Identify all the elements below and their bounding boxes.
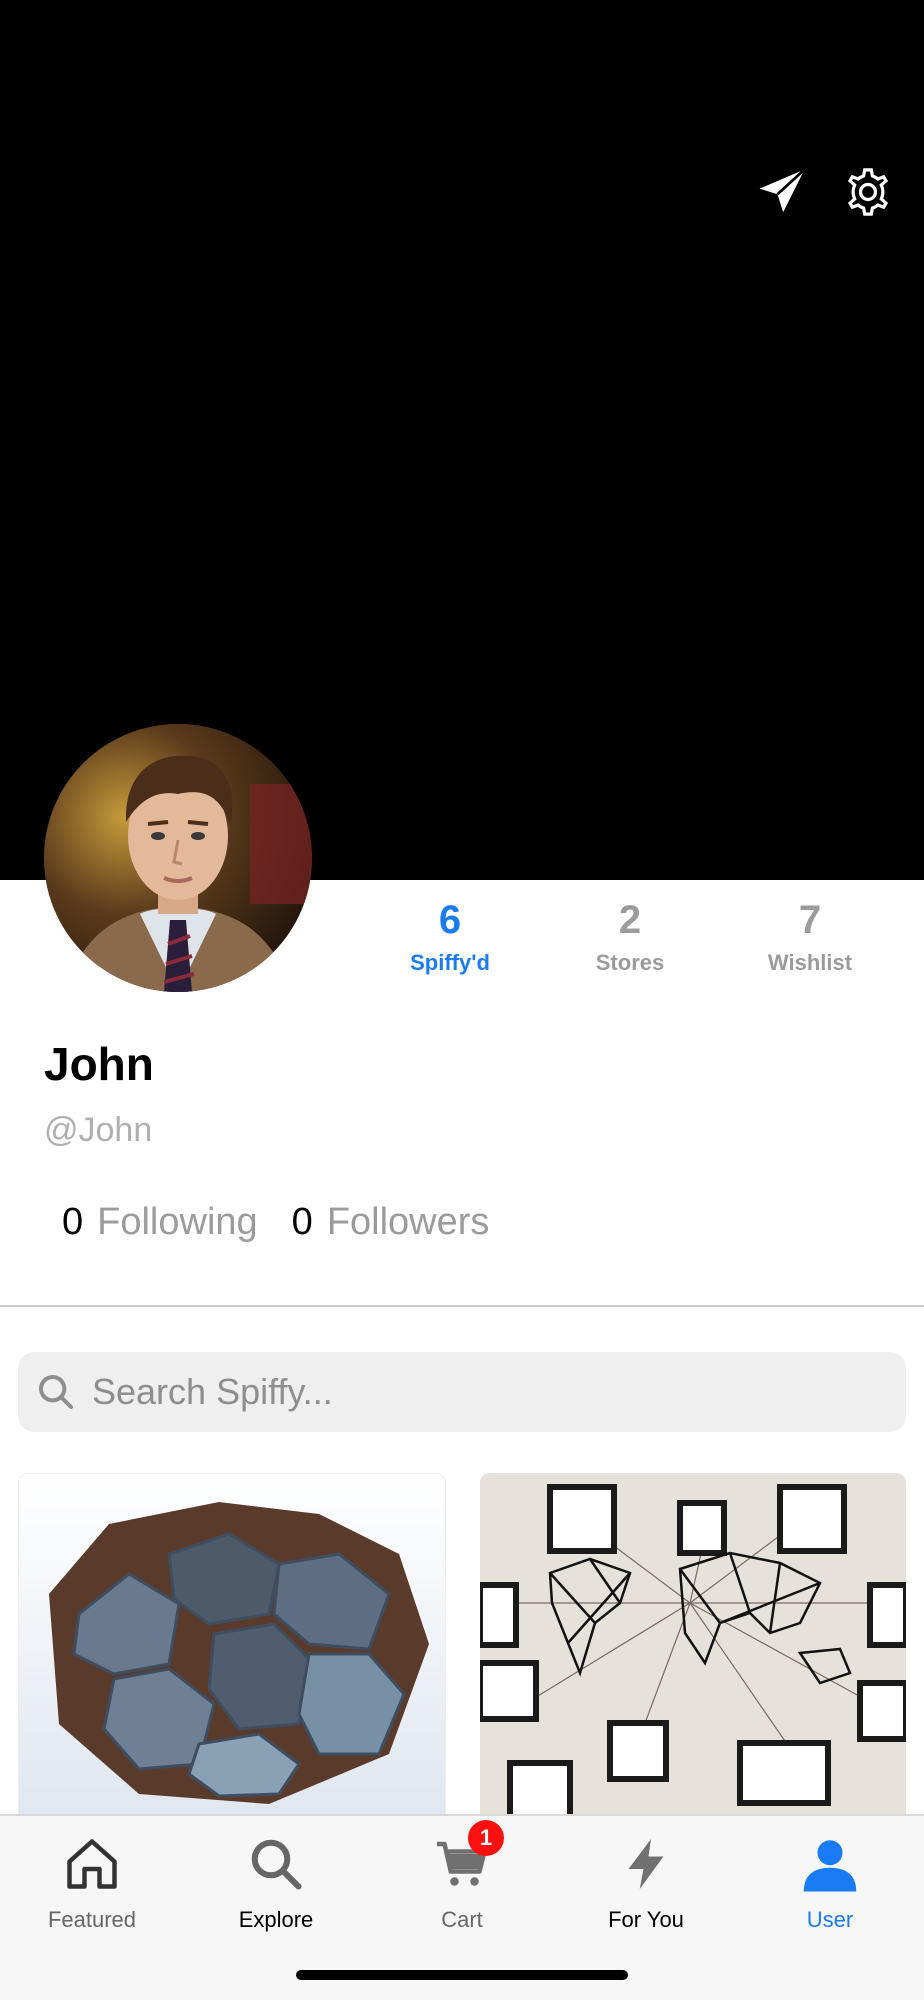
profile-screen: 6 Spiffy'd 2 Stores 7 Wishlist John @Joh… — [0, 0, 924, 2000]
tab-featured[interactable]: Featured — [0, 1834, 184, 1954]
followers-label: Followers — [326, 1201, 490, 1243]
paper-plane-icon — [759, 168, 806, 213]
followers-link[interactable]: 0 Followers — [292, 1198, 490, 1246]
stat-label: Wishlist — [767, 950, 853, 975]
cart-icon: 1 — [432, 1820, 504, 1894]
gear-icon — [847, 168, 889, 216]
following-label: Following — [97, 1201, 258, 1243]
lightning-icon — [616, 1834, 676, 1894]
hexagon-cushion-chair-image — [19, 1474, 445, 1826]
stat-label: Spiffy'd — [410, 950, 490, 975]
home-icon — [62, 1834, 122, 1894]
tab-label: Explore — [238, 1907, 314, 1932]
user-icon — [800, 1834, 860, 1894]
stat-value: 7 — [798, 898, 822, 942]
world-map-photo-wall-image — [480, 1473, 906, 1825]
tab-label: User — [806, 1907, 854, 1932]
tab-label: Cart — [441, 1907, 483, 1932]
profile-stats: 6 Spiffy'd 2 Stores 7 Wishlist — [360, 896, 900, 996]
profile-name: John — [44, 1038, 154, 1090]
follow-stats: 0 Following 0 Followers — [62, 1198, 489, 1246]
home-indicator[interactable] — [296, 1970, 628, 1980]
followers-count: 0 — [291, 1201, 313, 1243]
avatar[interactable] — [44, 724, 312, 992]
following-link[interactable]: 0 Following — [62, 1198, 258, 1246]
tab-explore[interactable]: Explore — [184, 1834, 368, 1954]
stat-spiffyd[interactable]: 6 Spiffy'd — [360, 896, 540, 996]
product-card[interactable] — [480, 1473, 906, 1825]
profile-photo — [44, 724, 312, 992]
tab-label: For You — [608, 1907, 684, 1932]
stat-label: Stores — [595, 950, 665, 975]
search-icon — [246, 1834, 306, 1894]
cart-badge: 1 — [468, 1820, 504, 1856]
following-count: 0 — [62, 1201, 84, 1243]
share-button[interactable] — [750, 160, 814, 224]
stat-wishlist[interactable]: 7 Wishlist — [720, 896, 900, 996]
search-bar[interactable] — [18, 1352, 906, 1432]
tab-user[interactable]: User — [738, 1834, 922, 1954]
search-input[interactable] — [90, 1370, 874, 1414]
search-icon — [39, 1375, 73, 1409]
settings-button[interactable] — [836, 160, 900, 224]
stat-value: 2 — [618, 898, 642, 942]
stat-value: 6 — [438, 898, 462, 942]
section-divider — [0, 1305, 924, 1307]
product-card[interactable] — [18, 1473, 446, 1827]
tab-label: Featured — [47, 1907, 137, 1932]
tab-for-you[interactable]: For You — [554, 1834, 738, 1954]
profile-handle: @John — [44, 1111, 153, 1149]
tab-cart[interactable]: 1 Cart — [370, 1820, 554, 1954]
stat-stores[interactable]: 2 Stores — [540, 896, 720, 996]
